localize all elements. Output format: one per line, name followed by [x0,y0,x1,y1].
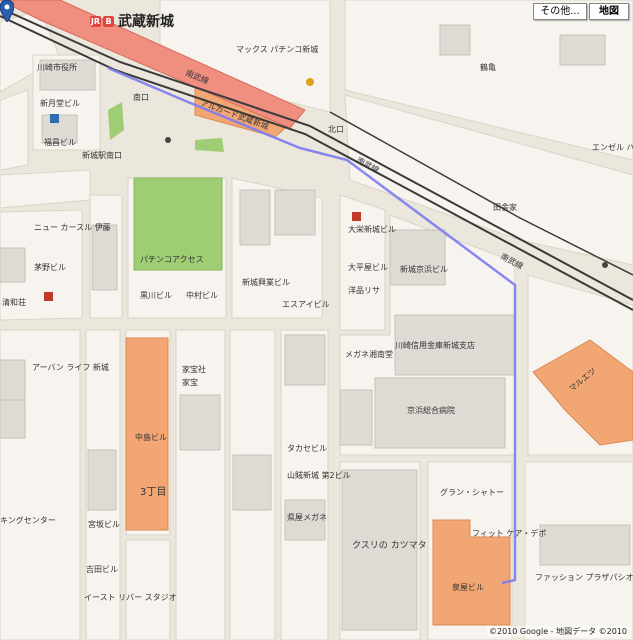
map-label: 川崎信用金庫新城支店 [395,340,475,350]
map-label: 家宝 [182,377,198,387]
map-label: 新城駅南口 [82,150,122,160]
copyright-text: ©2010 Google - 地図データ ©2010 [487,626,629,637]
map-label: 茅野ビル [34,262,66,272]
map-label: 新城京浜ビル [400,264,448,274]
map-label: 大栄新城ビル [348,224,396,234]
map-label: 山賊新城 第2ビル [287,470,351,480]
map-label: 中村ビル [186,290,218,300]
map-label: タカセビル [287,444,327,453]
map-label: 田舎家 [493,202,517,212]
map-label: 黒川ビル [140,291,172,300]
building [539,524,631,566]
building [559,34,606,66]
map-label: 家宝社 [182,364,206,374]
building [284,334,326,386]
map-label: クスリの カツマタ [352,540,427,551]
map-label: イースト リバー スタジオ [84,593,177,602]
bus-icon: B [103,15,114,27]
map-label: 洋品リサ [348,285,380,295]
building [0,359,26,401]
map-label: 3丁目 [140,487,166,498]
map-label: エスアイビル [282,300,330,309]
more-button[interactable]: その他... [533,3,587,20]
building [91,224,118,291]
block [0,89,29,171]
map-label: 宮坂ビル [88,519,120,529]
map-label: キングセンター [0,515,56,525]
building [389,229,446,286]
map-label: 泉屋ビル [452,582,484,592]
building [239,189,271,246]
map-label: 南口 [133,92,149,102]
map-label: エンゼル ハイム 武蔵新城 [592,142,633,152]
map-label: 清和荘 [2,297,26,307]
map-svg: 新城駅南口 南口 北口 南武線 南武線 南武線 アルカード武蔵新城 マックス パ… [0,0,633,640]
map-label: 中島ビル [135,432,167,442]
building [274,189,316,236]
map-label: 京浜総合病院 [407,405,455,415]
restaurant-icon [352,212,361,221]
destination-marker-icon[interactable] [0,0,14,22]
building [179,394,221,451]
map-label: 新城興業ビル [242,277,290,287]
map-label: アーバン ライフ 新城 [32,362,109,372]
map-canvas[interactable]: 新城駅南口 南口 北口 南武線 南武線 南武線 アルカード武蔵新城 マックス パ… [0,0,633,640]
building [0,247,26,283]
map-label: 吉田ビル [86,565,118,574]
map-label: 大平屋ビル [348,262,388,272]
map-label: 鶴亀 [480,62,496,72]
park-area [195,138,224,152]
map-label: ファッション プラザパシオス 新城店 [535,572,633,582]
map-label: グラン・シャトー [440,487,504,497]
poi-icon [306,78,314,86]
map-label: 川崎市役所 [37,62,77,72]
map-label: 県屋メガネ [287,512,327,522]
map-label: パチンコアクセス [140,255,204,264]
map-label: 新月堂ビル [40,98,80,108]
map-label: 福昌ビル [44,138,76,147]
map-type-button[interactable]: 地図 [589,3,629,20]
map-label: ニュー カースル 伊藤 [34,222,111,232]
post-icon [50,114,59,123]
block [125,539,171,640]
map-label: 北口 [328,125,344,134]
map-label: フィット ケア・デポ [472,528,546,538]
building [339,389,373,446]
map-label: マックス パチンコ新城 [236,44,318,54]
station-badge[interactable]: JR B 武蔵新城 [90,11,174,31]
poi-icon [44,292,53,301]
building [0,399,26,439]
building [232,454,272,511]
map-label: メガネ湘南堂 [345,349,393,359]
poi-icon [165,137,171,143]
block [175,329,226,640]
building [439,24,471,56]
jr-icon: JR [90,15,101,27]
building [87,449,117,511]
station-name: 武蔵新城 [118,14,174,30]
poi-icon [602,262,608,268]
